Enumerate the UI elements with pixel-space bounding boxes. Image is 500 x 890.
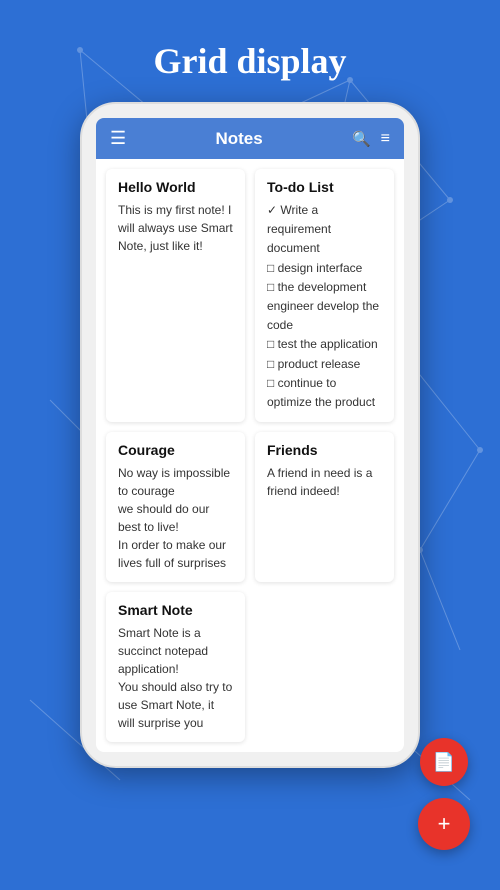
todo-item: ✓ Write a requirement document bbox=[267, 201, 382, 259]
note-content: No way is impossible to courage we shoul… bbox=[118, 464, 233, 572]
note-title: To-do List bbox=[267, 179, 382, 195]
search-icon[interactable]: 🔍 bbox=[352, 130, 371, 148]
fab-container: 📄 + bbox=[418, 738, 470, 850]
todo-item: □ test the application bbox=[267, 335, 382, 354]
note-title: Smart Note bbox=[118, 602, 233, 618]
note-content: This is my first note! I will always use… bbox=[118, 201, 233, 255]
phone-body: ☰ Notes 🔍 ≡ Hello World This is my first… bbox=[80, 102, 420, 768]
todo-item: □ product release bbox=[267, 355, 382, 374]
todo-item: □ design interface bbox=[267, 259, 382, 278]
app-topbar: ☰ Notes 🔍 ≡ bbox=[96, 118, 404, 159]
note-card-courage[interactable]: Courage No way is impossible to courage … bbox=[106, 432, 245, 582]
note-card-smart-note[interactable]: Smart Note Smart Note is a succinct note… bbox=[106, 592, 245, 742]
document-icon: 📄 bbox=[433, 752, 455, 773]
app-title: Notes bbox=[126, 129, 352, 149]
phone-mockup: ☰ Notes 🔍 ≡ Hello World This is my first… bbox=[0, 102, 500, 768]
note-title: Hello World bbox=[118, 179, 233, 195]
note-card-friends[interactable]: Friends A friend in need is a friend ind… bbox=[255, 432, 394, 582]
note-card-todo[interactable]: To-do List ✓ Write a requirement documen… bbox=[255, 169, 394, 422]
filter-icon[interactable]: ≡ bbox=[381, 130, 390, 148]
todo-item: □ continue to optimize the product bbox=[267, 374, 382, 412]
note-content: A friend in need is a friend indeed! bbox=[267, 464, 382, 500]
note-title: Friends bbox=[267, 442, 382, 458]
todo-item: □ the development engineer develop the c… bbox=[267, 278, 382, 336]
add-note-fab[interactable]: + bbox=[418, 798, 470, 850]
note-title: Courage bbox=[118, 442, 233, 458]
add-icon: + bbox=[438, 811, 451, 837]
note-content: Smart Note is a succinct notepad applica… bbox=[118, 624, 233, 732]
note-card-hello-world[interactable]: Hello World This is my first note! I wil… bbox=[106, 169, 245, 422]
notes-grid: Hello World This is my first note! I wil… bbox=[96, 159, 404, 752]
menu-icon[interactable]: ☰ bbox=[110, 128, 126, 149]
note-content: ✓ Write a requirement document □ design … bbox=[267, 201, 382, 412]
page-title: Grid display bbox=[0, 0, 500, 102]
new-note-document-fab[interactable]: 📄 bbox=[420, 738, 468, 786]
